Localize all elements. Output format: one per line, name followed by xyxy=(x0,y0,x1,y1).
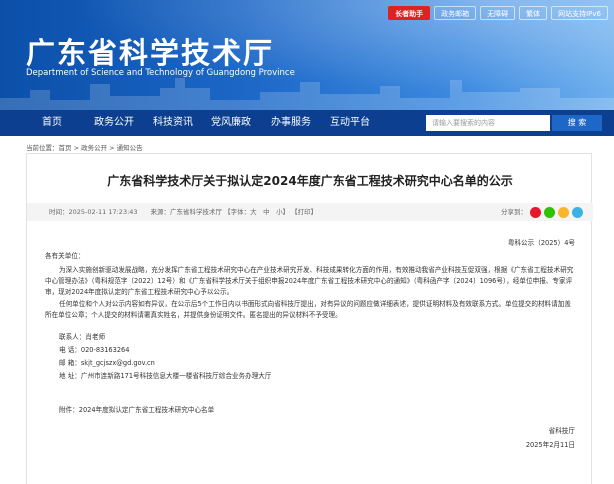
signature: 省科技厅 xyxy=(548,427,575,435)
attachment-link[interactable]: 附件：2024年度拟认定广东省工程技术研究中心名单 xyxy=(45,405,575,416)
gov-mail-link[interactable]: 政务邮箱 xyxy=(434,6,477,20)
breadcrumb: 当前位置：首页 > 政务公开 > 通知公告 xyxy=(26,144,143,152)
nav-item-news[interactable]: 科技资讯 xyxy=(153,110,193,136)
traditional-chinese-link[interactable]: 繁体 xyxy=(519,6,548,20)
paragraph-2: 任何单位和个人对公示内容如有异议，在公示后5个工作日内以书面形式向省科技厅提出，… xyxy=(45,300,571,319)
contact-email: 邮 箱：skjt_gcjszx@gd.gov.cn xyxy=(59,359,155,367)
nav-item-integrity[interactable]: 党风廉政 xyxy=(211,110,251,136)
document-number: 粤科公示（2025）4号 xyxy=(507,239,575,247)
share-bar: 分享到： xyxy=(501,203,583,221)
publish-date: 2025年2月11日 xyxy=(525,441,575,449)
article-meta-bar: 时间：2025-02-11 17:23:43 来源：广东省科学技术厅 【字体：大… xyxy=(27,203,593,221)
paragraph-1: 为深入实施创新驱动发展战略，充分发挥广东省工程技术研究中心在产业技术研究开发、科… xyxy=(45,266,574,296)
article-panel: 广东省科学技术厅关于拟认定2024年度广东省工程技术研究中心名单的公示 时间：2… xyxy=(26,153,593,484)
weibo-icon[interactable] xyxy=(530,206,541,218)
contact-phone: 电 话：020-83163264 xyxy=(59,346,130,354)
salutation: 各有关单位： xyxy=(45,252,85,260)
contact-person: 联系人：肖老师 xyxy=(59,333,106,341)
nav-item-services[interactable]: 办事服务 xyxy=(271,110,311,136)
site-title: 广东省科学技术厅 xyxy=(26,36,275,70)
article-title: 广东省科学技术厅关于拟认定2024年度广东省工程技术研究中心名单的公示 xyxy=(107,174,513,188)
search-button[interactable]: 搜 索 xyxy=(552,115,602,131)
qzone-icon[interactable] xyxy=(558,206,569,218)
article-meta: 时间：2025-02-11 17:23:43 来源：广东省科学技术厅 【字体：大… xyxy=(49,208,318,216)
contact-address: 地 址：广州市连新路171号科技信息大楼一楼省科技厅综合业务办理大厅 xyxy=(59,372,272,380)
wechat-icon[interactable] xyxy=(544,206,555,218)
search-input[interactable]: 请输入要搜索的内容 xyxy=(426,115,550,131)
nav-item-home[interactable]: 首页 xyxy=(42,110,62,136)
nav-item-interaction[interactable]: 互动平台 xyxy=(330,110,370,136)
header-banner: 广东省科学技术厅 Department of Science and Techn… xyxy=(0,0,614,110)
elder-assistant-link[interactable]: 长者助手 xyxy=(388,6,431,20)
site-subtitle: Department of Science and Technology of … xyxy=(26,68,295,78)
share-label: 分享到： xyxy=(501,208,527,216)
ipv6-badge: 网站支持IPv6 xyxy=(551,6,608,20)
more-share-icon[interactable] xyxy=(572,206,583,218)
top-links: 长者助手 政务邮箱 无障碍 繁体 网站支持IPv6 xyxy=(388,6,608,20)
nav-item-gov-affairs[interactable]: 政务公开 xyxy=(94,110,134,136)
accessibility-link[interactable]: 无障碍 xyxy=(480,6,516,20)
